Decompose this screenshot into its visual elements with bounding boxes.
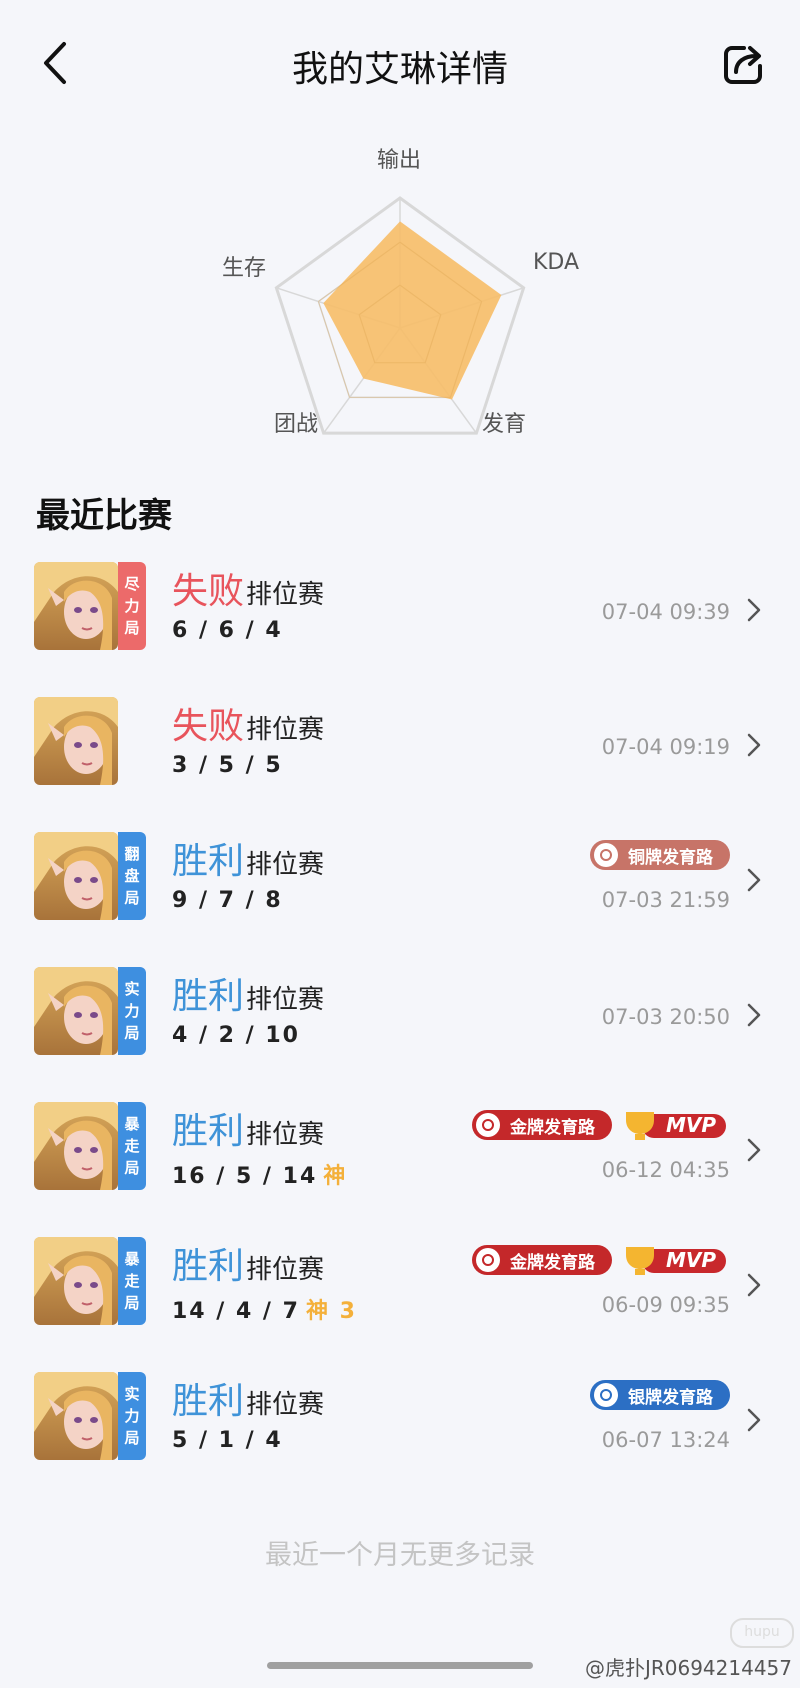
match-mode: 排位赛 <box>246 715 325 745</box>
home-indicator[interactable] <box>267 1662 533 1669</box>
hero-avatar <box>34 697 118 785</box>
match-kda: 5 / 1 / 4 <box>172 1428 283 1453</box>
match-kda: 4 / 2 / 10 <box>172 1023 300 1048</box>
match-type-tag: 暴走局 <box>118 1102 146 1190</box>
honor-badge-icon <box>594 1383 618 1407</box>
match-mode: 排位赛 <box>246 1390 325 1420</box>
match-time: 06-12 04:35 <box>601 1158 730 1182</box>
match-kda: 14 / 4 / 7神 3 <box>172 1299 357 1324</box>
hero-avatar <box>34 1372 118 1460</box>
chevron-right-icon[interactable] <box>745 1406 763 1434</box>
match-row[interactable]: 实力局胜利 排位赛 4 / 2 / 10 07-03 20:50 <box>0 967 800 1102</box>
honor-badge-label: 金牌发育路 <box>510 1117 595 1138</box>
godlike-label: 神 <box>323 1164 348 1189</box>
match-time: 06-07 13:24 <box>601 1428 730 1452</box>
match-type-tag: 实力局 <box>118 967 146 1055</box>
honor-badge-icon <box>594 843 618 867</box>
match-result: 失败 <box>172 706 245 747</box>
match-row[interactable]: 实力局胜利 排位赛 5 / 1 / 4 06-07 13:24 银牌发育路 <box>0 1372 800 1507</box>
mvp-badge: MVP <box>620 1110 730 1140</box>
chevron-right-icon[interactable] <box>745 1271 763 1299</box>
match-mode: 排位赛 <box>246 1255 325 1285</box>
hero-avatar <box>34 1102 118 1190</box>
match-kda: 3 / 5 / 5 <box>172 753 283 778</box>
honor-badge: 铜牌发育路 <box>590 840 730 870</box>
hero-avatar <box>34 967 118 1055</box>
match-result: 胜利 <box>172 1111 245 1152</box>
match-time: 07-04 09:19 <box>601 735 730 759</box>
honor-badge-label: 银牌发育路 <box>628 1387 713 1408</box>
no-more-records-note: 最近一个月无更多记录 <box>265 1540 535 1571</box>
match-time: 07-04 09:39 <box>601 600 730 624</box>
match-kda: 16 / 5 / 14 神 <box>172 1164 348 1189</box>
match-time: 07-03 20:50 <box>601 1005 730 1029</box>
match-time: 07-03 21:59 <box>601 888 730 912</box>
radar-label-kda: KDA <box>533 250 580 275</box>
match-result: 失败 <box>172 571 245 612</box>
chevron-right-icon[interactable] <box>745 596 763 624</box>
radar-value-area <box>323 221 502 400</box>
match-type-tag: 翻盘局 <box>118 832 146 920</box>
radar-label-output: 输出 <box>377 148 422 173</box>
match-row[interactable]: 暴走局胜利 排位赛 16 / 5 / 14 神 06-12 04:35 MVP 金牌发育路 <box>0 1102 800 1237</box>
match-result: 胜利 <box>172 841 245 882</box>
match-time: 06-09 09:35 <box>601 1293 730 1317</box>
match-kda: 9 / 7 / 8 <box>172 888 283 913</box>
honor-badge: 银牌发育路 <box>590 1380 730 1410</box>
section-title-recent-matches: 最近比赛 <box>36 496 172 536</box>
match-type-tag: 暴走局 <box>118 1237 146 1325</box>
match-mode: 排位赛 <box>246 580 325 610</box>
share-icon[interactable] <box>722 42 766 86</box>
match-row[interactable]: 翻盘局胜利 排位赛 9 / 7 / 8 07-03 21:59 铜牌发育路 <box>0 832 800 967</box>
match-row[interactable]: 暴走局胜利 排位赛 14 / 4 / 7神 3 06-09 09:35 MVP 金牌发育路 <box>0 1237 800 1372</box>
chevron-right-icon[interactable] <box>745 1001 763 1029</box>
match-mode: 排位赛 <box>246 1120 325 1150</box>
match-result: 胜利 <box>172 976 245 1017</box>
match-row[interactable]: 失败 排位赛 3 / 5 / 5 07-04 09:19 <box>0 697 800 832</box>
hero-avatar <box>34 832 118 920</box>
honor-badge-icon <box>476 1248 500 1272</box>
header-bar: 我的艾琳详情 <box>0 0 800 130</box>
honor-badge: 金牌发育路 <box>472 1245 612 1275</box>
hero-avatar <box>34 562 118 650</box>
match-mode: 排位赛 <box>246 985 325 1015</box>
page-title: 我的艾琳详情 <box>291 49 508 90</box>
mvp-label: MVP <box>666 1248 717 1272</box>
radar-label-survival: 生存 <box>222 256 267 281</box>
match-kda: 6 / 6 / 4 <box>172 618 283 643</box>
mvp-badge: MVP <box>620 1245 730 1275</box>
match-type-tag: 尽力局 <box>118 562 146 650</box>
mvp-label: MVP <box>666 1113 717 1137</box>
chevron-right-icon[interactable] <box>745 1136 763 1164</box>
radar-label-teamfight: 团战 <box>274 412 319 437</box>
radar-label-farming: 发育 <box>482 412 527 437</box>
match-row[interactable]: 尽力局失败 排位赛 6 / 6 / 4 07-04 09:39 <box>0 562 800 697</box>
chevron-right-icon[interactable] <box>745 866 763 894</box>
watermark-text: @虎扑JR0694214457 <box>584 1656 792 1680</box>
watermark-logo: hupu <box>730 1618 794 1648</box>
match-result: 胜利 <box>172 1381 245 1422</box>
chevron-right-icon[interactable] <box>745 731 763 759</box>
honor-badge-icon <box>476 1113 500 1137</box>
godlike-label: 神 3 <box>305 1299 357 1324</box>
honor-badge-label: 金牌发育路 <box>510 1252 595 1273</box>
match-result: 胜利 <box>172 1246 245 1287</box>
match-mode: 排位赛 <box>246 850 325 880</box>
match-type-tag: 实力局 <box>118 1372 146 1460</box>
radar-chart: 输出 KDA 发育 团战 生存 <box>0 130 800 450</box>
hero-avatar <box>34 1237 118 1325</box>
honor-badge-label: 铜牌发育路 <box>628 847 713 868</box>
radar-svg <box>274 196 526 435</box>
honor-badge: 金牌发育路 <box>472 1110 612 1140</box>
